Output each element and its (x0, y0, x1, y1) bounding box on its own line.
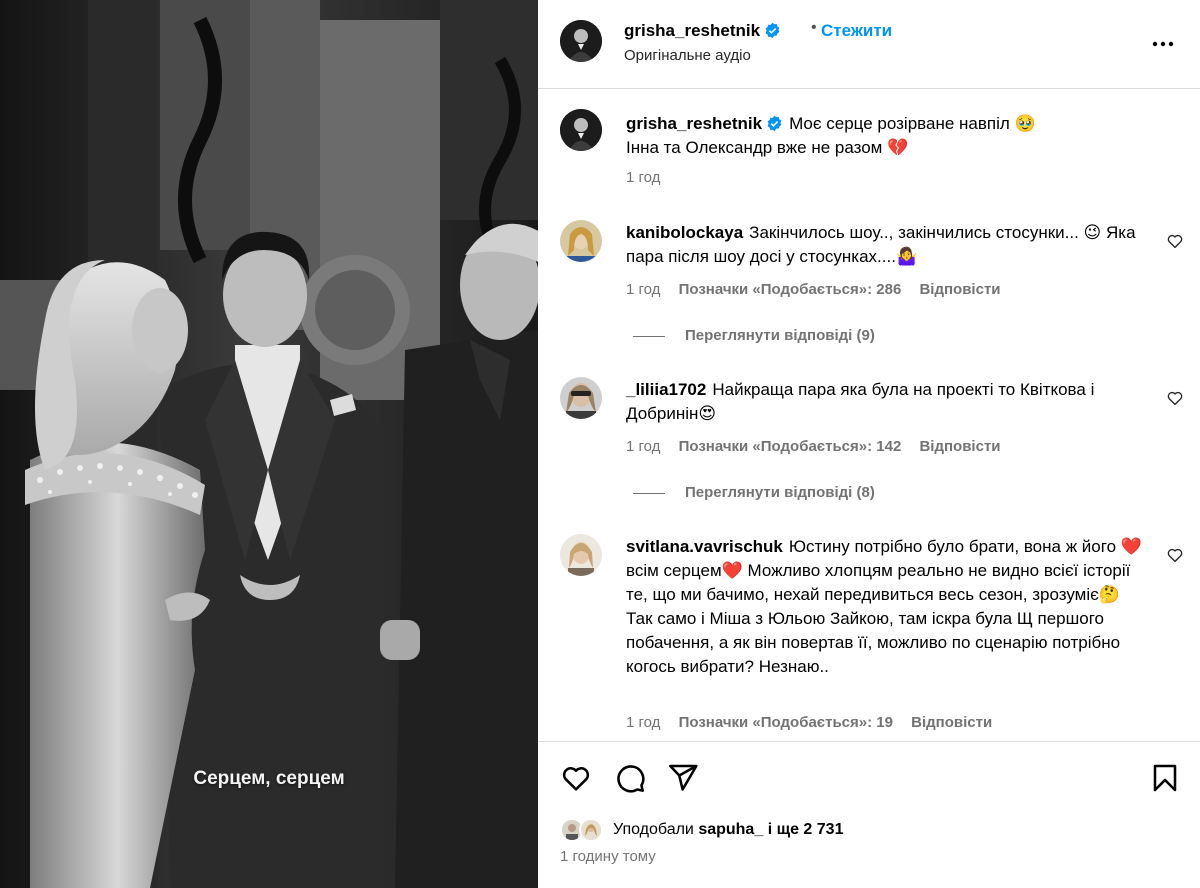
comment-likes-count[interactable]: Позначки «Подобається»: 286 (679, 281, 902, 298)
comments-list[interactable]: grisha_reshetnik Моє серце розірване навп… (538, 90, 1200, 740)
commenter-avatar[interactable] (560, 220, 602, 262)
post-actions: Уподобали sapuha_ і ще 2 731 1 годину то… (538, 741, 1200, 888)
commenter-username[interactable]: _liliia1702 (626, 380, 706, 399)
comment-meta: 1 год Позначки «Подобається»: 19 Відпові… (626, 714, 1006, 731)
comment-likes-count[interactable]: Позначки «Подобається»: 142 (679, 438, 902, 455)
view-replies-button[interactable]: Переглянути відповіді (8) (633, 484, 875, 501)
commenter-avatar[interactable] (560, 534, 602, 576)
post-timestamp[interactable]: 1 годину тому (560, 848, 656, 865)
commenter-username[interactable]: svitlana.vavrischuk (626, 537, 783, 556)
video-frame-illustration (0, 0, 538, 888)
post-caption: grisha_reshetnik Моє серце розірване навп… (626, 112, 1146, 160)
comment-text: svitlana.vavrischuk Юстину потрібно було … (626, 537, 1142, 676)
comment-time[interactable]: 1 год (626, 438, 660, 455)
liker-avatar[interactable] (579, 818, 603, 842)
comment-likes-count[interactable]: Позначки «Подобається»: 19 (679, 714, 893, 731)
reply-button[interactable]: Відповісти (919, 438, 1000, 455)
more-options-icon[interactable] (1152, 30, 1174, 50)
caption-username[interactable]: grisha_reshetnik (626, 114, 762, 133)
caption-meta: 1 год (626, 169, 674, 186)
author-avatar[interactable] (560, 20, 602, 62)
original-audio-link[interactable]: Оригінальне аудіо (624, 47, 751, 64)
caption-author-avatar[interactable] (560, 109, 602, 151)
reply-button[interactable]: Відповісти (911, 714, 992, 731)
reply-button[interactable]: Відповісти (919, 281, 1000, 298)
follow-button[interactable]: Стежити (821, 21, 892, 41)
view-replies-button[interactable]: Переглянути відповіді (9) (633, 327, 875, 344)
comment-text: _liliia1702 Найкраща пара яка була на про… (626, 380, 1095, 423)
bookmark-icon[interactable] (1149, 762, 1181, 794)
verified-badge-icon (765, 22, 780, 39)
post-header: grisha_reshetnik • Стежити Оригінальне а… (538, 0, 1200, 89)
liker-username[interactable]: sapuha_ (698, 821, 763, 838)
video-caption: Серцем, серцем (193, 768, 345, 789)
share-icon[interactable] (667, 762, 699, 794)
comment-like-icon[interactable] (1166, 232, 1184, 250)
caption-time[interactable]: 1 год (626, 169, 660, 186)
author-username[interactable]: grisha_reshetnik (624, 21, 760, 40)
post-panel: grisha_reshetnik • Стежити Оригінальне а… (538, 0, 1200, 888)
comment-meta: 1 год Позначки «Подобається»: 286 Відпов… (626, 281, 1015, 298)
separator-dot: • (811, 19, 817, 36)
comment-meta: 1 год Позначки «Подобається»: 142 Відпов… (626, 438, 1015, 455)
replies-divider (633, 492, 665, 494)
commenter-username[interactable]: kanibolockaya (626, 223, 743, 242)
comment-text: kanibolockaya Закінчилось шоу.., закінчил… (626, 223, 1136, 266)
heart-icon[interactable] (560, 762, 592, 794)
likes-text: Уподобали sapuha_ і ще 2 731 (613, 821, 844, 838)
caption-line-1: Моє серце розірване навпіл 🥹 (789, 114, 1036, 133)
caption-line-2: Інна та Олександр вже не разом 💔 (626, 138, 909, 157)
comment-time[interactable]: 1 год (626, 281, 660, 298)
comment-time[interactable]: 1 год (626, 714, 660, 731)
comment-icon[interactable] (614, 762, 646, 794)
commenter-avatar[interactable] (560, 377, 602, 419)
comment-like-icon[interactable] (1166, 546, 1184, 564)
video-player[interactable]: Серцем, серцем (0, 0, 538, 888)
comment-like-icon[interactable] (1166, 389, 1184, 407)
replies-divider (633, 335, 665, 337)
verified-badge-icon (767, 115, 782, 132)
likes-count[interactable]: і ще 2 731 (768, 821, 844, 838)
